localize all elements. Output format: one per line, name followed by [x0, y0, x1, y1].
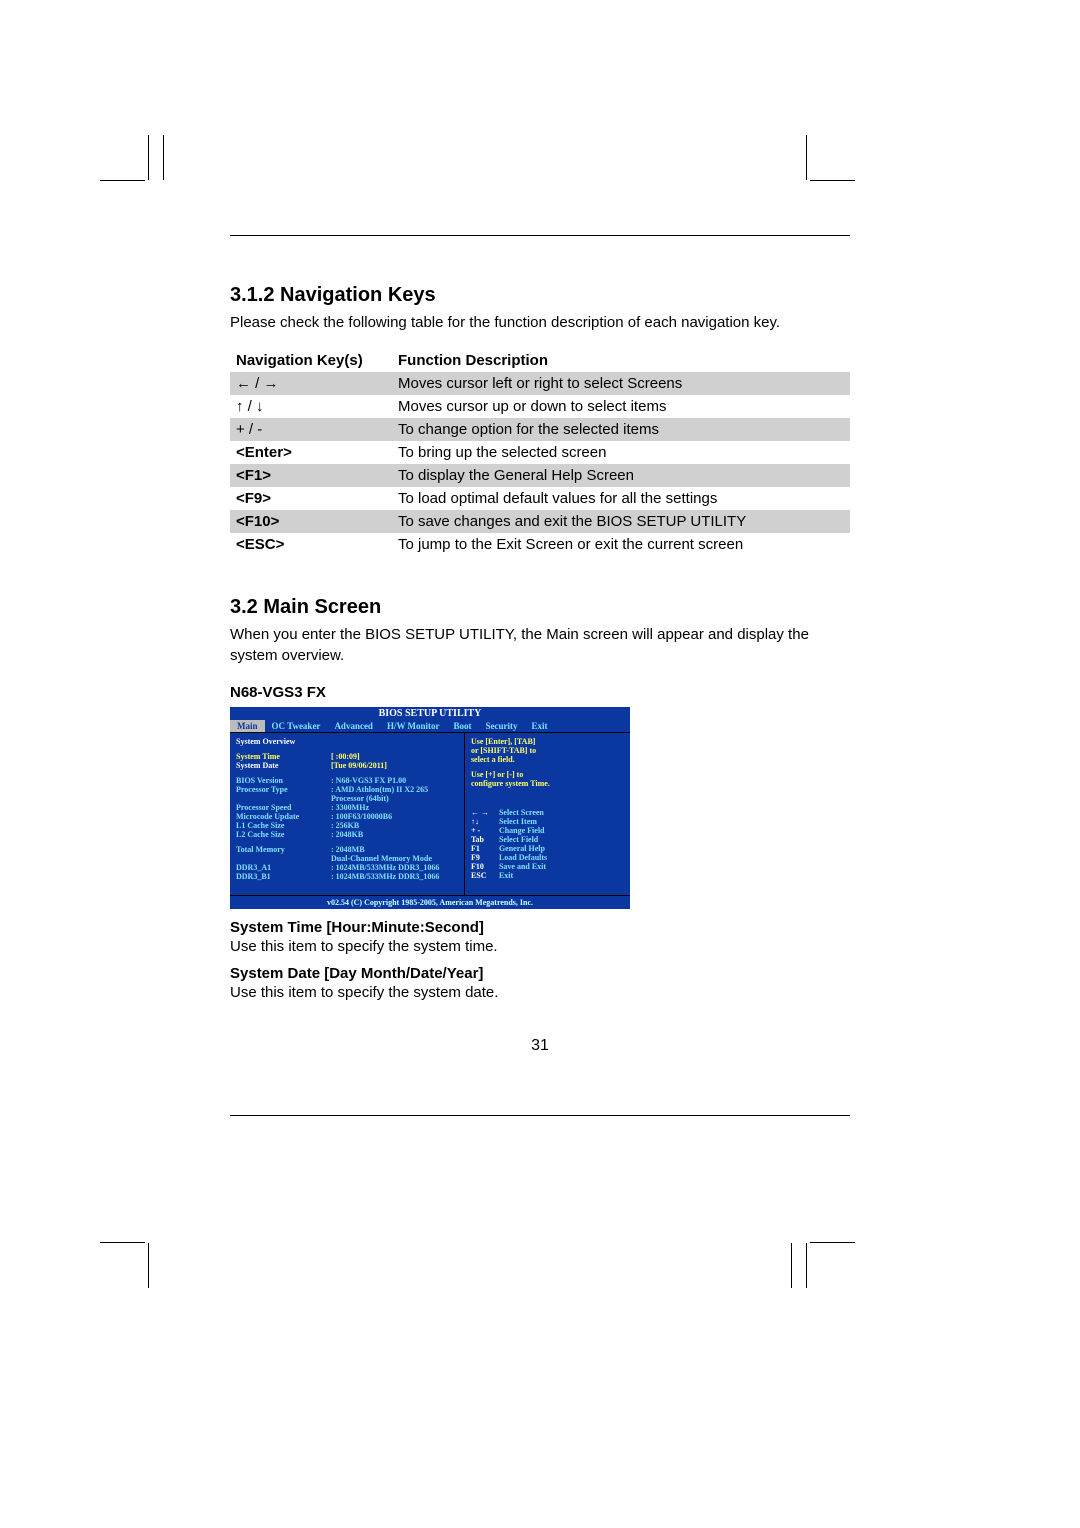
bios-tab-advanced: Advanced	[327, 720, 380, 732]
crop-mark	[791, 1243, 792, 1288]
table-row: <ESC>To jump to the Exit Screen or exit …	[230, 533, 850, 556]
section-heading-main-screen: 3.2 Main Screen	[230, 596, 850, 619]
top-rule	[230, 235, 850, 236]
section-intro-main-screen: When you enter the BIOS SETUP UTILITY, t…	[230, 625, 850, 666]
section-intro-nav-keys: Please check the following table for the…	[230, 313, 850, 333]
bios-overview-label: System Overview	[236, 737, 458, 746]
table-row: ↑ / ↓Moves cursor up or down to select i…	[230, 395, 850, 418]
table-row: <F1>To display the General Help Screen	[230, 464, 850, 487]
table-row: ← / →Moves cursor left or right to selec…	[230, 372, 850, 395]
table-header-desc: Function Description	[392, 349, 850, 372]
crop-mark	[810, 180, 855, 181]
crop-mark	[163, 135, 164, 180]
bottom-rule	[230, 1115, 850, 1116]
item-heading-sysdate: System Date [Day Month/Date/Year]	[230, 965, 850, 982]
bios-screenshot: BIOS SETUP UTILITY Main OC Tweaker Advan…	[230, 707, 630, 909]
table-row: <F9>To load optimal default values for a…	[230, 487, 850, 510]
model-label: N68-VGS3 FX	[230, 684, 850, 701]
crop-mark	[100, 180, 145, 181]
bios-menu-bar: Main OC Tweaker Advanced H/W Monitor Boo…	[230, 720, 630, 732]
table-row: + / -To change option for the selected i…	[230, 418, 850, 441]
table-row: <F10>To save changes and exit the BIOS S…	[230, 510, 850, 533]
bios-left-pane: System Overview System Time[ :00:09] Sys…	[230, 733, 465, 895]
crop-mark	[148, 135, 149, 180]
document-page: 3.1.2 Navigation Keys Please check the f…	[0, 0, 1080, 1528]
crop-mark	[806, 1243, 807, 1288]
crop-mark	[100, 1242, 145, 1243]
crop-mark	[810, 1242, 855, 1243]
section-heading-nav-keys: 3.1.2 Navigation Keys	[230, 284, 850, 307]
table-row: <Enter>To bring up the selected screen	[230, 441, 850, 464]
crop-mark	[806, 135, 807, 180]
bios-tab-oc: OC Tweaker	[265, 720, 328, 732]
bios-tab-main: Main	[230, 720, 265, 732]
bios-tab-security: Security	[479, 720, 525, 732]
bios-systime-label: System Time	[236, 752, 331, 761]
crop-mark	[148, 1243, 149, 1288]
bios-tab-hwmonitor: H/W Monitor	[380, 720, 447, 732]
bios-tab-exit: Exit	[525, 720, 555, 732]
bios-sysdate-value: [Tue 09/06/2011]	[331, 761, 458, 770]
bios-right-pane: Use [Enter], [TAB] or [SHIFT-TAB] to sel…	[465, 733, 630, 895]
item-text-systime: Use this item to specify the system time…	[230, 938, 850, 955]
navigation-keys-table: Navigation Key(s) Function Description ←…	[230, 349, 850, 556]
bios-sysdate-label: System Date	[236, 761, 331, 770]
bios-tab-boot: Boot	[447, 720, 479, 732]
item-text-sysdate: Use this item to specify the system date…	[230, 984, 850, 1001]
table-header-key: Navigation Key(s)	[230, 349, 392, 372]
page-number: 31	[230, 1037, 850, 1055]
bios-systime-value: [ :00:09]	[331, 752, 458, 761]
item-heading-systime: System Time [Hour:Minute:Second]	[230, 919, 850, 936]
page-content: 3.1.2 Navigation Keys Please check the f…	[230, 235, 850, 1116]
bios-title-bar: BIOS SETUP UTILITY	[230, 707, 630, 720]
bios-body: System Overview System Time[ :00:09] Sys…	[230, 732, 630, 895]
bios-footer: v02.54 (C) Copyright 1985-2005, American…	[230, 895, 630, 909]
